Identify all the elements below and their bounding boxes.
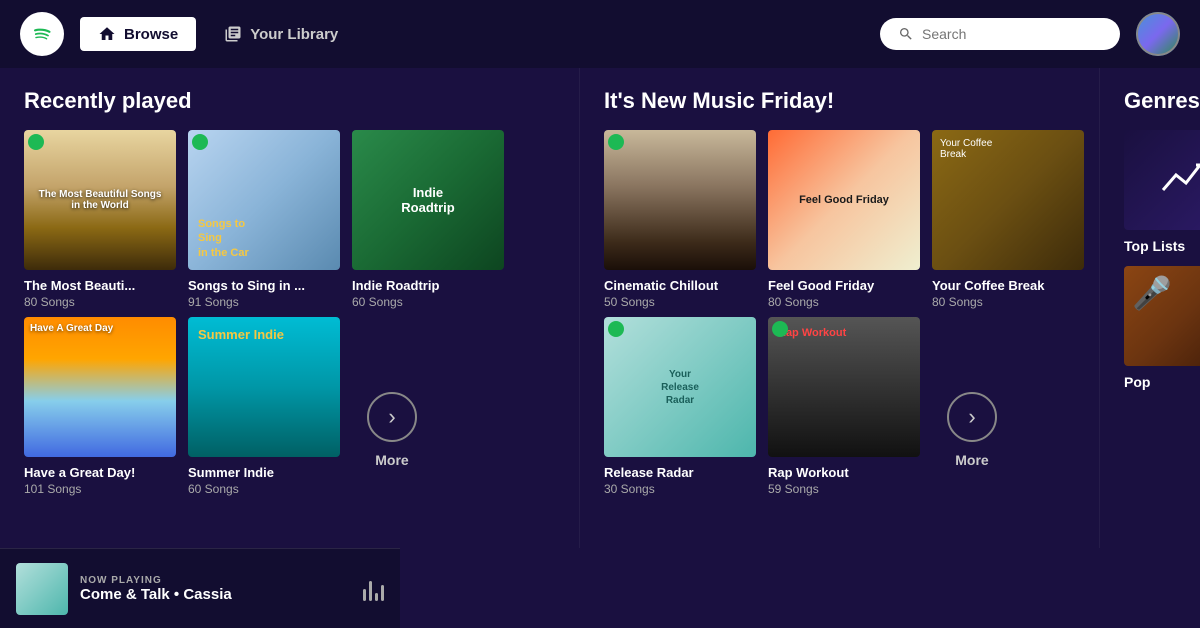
card-subtitle: 30 Songs <box>604 482 756 496</box>
more-button[interactable]: › More <box>352 392 432 496</box>
list-item[interactable]: 🎤 Pop <box>1124 266 1200 390</box>
genres-title: Genres & M <box>1124 88 1200 114</box>
list-item[interactable]: Rap Workout Rap Workout 59 Songs <box>768 317 920 496</box>
list-item[interactable]: Songs toSingin the Car Songs to Sing in … <box>188 130 340 309</box>
search-input[interactable] <box>922 26 1102 42</box>
card-subtitle: 59 Songs <box>768 482 920 496</box>
list-item[interactable]: Have A Great Day Have a Great Day! 101 S… <box>24 317 176 496</box>
spotify-badge-icon <box>608 134 624 150</box>
card-subtitle: 80 Songs <box>24 295 176 309</box>
list-item[interactable]: Top Lists <box>1124 130 1200 254</box>
browse-button[interactable]: Browse <box>80 17 196 51</box>
list-item[interactable]: Summer Indie Summer Indie 60 Songs <box>188 317 340 496</box>
new-music-title: It's New Music Friday! <box>604 88 1075 114</box>
card-title: The Most Beauti... <box>24 278 176 293</box>
equalizer-icon <box>363 577 384 601</box>
avatar[interactable] <box>1136 12 1180 56</box>
more-circle-icon: › <box>367 392 417 442</box>
card-title: Indie Roadtrip <box>352 278 504 293</box>
more-button-2[interactable]: › More <box>932 392 1012 496</box>
card-title: Cinematic Chillout <box>604 278 756 293</box>
spotify-badge-icon <box>192 134 208 150</box>
card-title: Summer Indie <box>188 465 340 480</box>
genre-title: Top Lists <box>1124 238 1200 254</box>
more-label: More <box>375 452 408 468</box>
card-title: Release Radar <box>604 465 756 480</box>
genres-section: Genres & M Top Lists 🎤 Pop <box>1100 68 1200 548</box>
now-playing-song: Come & Talk • Cassia <box>80 586 351 603</box>
more-circle-icon: › <box>947 392 997 442</box>
list-item[interactable]: IndieRoadtrip Indie Roadtrip 60 Songs <box>352 130 504 309</box>
card-title: Have a Great Day! <box>24 465 176 480</box>
now-playing-thumbnail <box>16 563 68 615</box>
spotify-badge-icon <box>772 321 788 337</box>
now-playing-bar: NOW PLAYING Come & Talk • Cassia <box>0 548 400 628</box>
spotify-badge-icon <box>28 134 44 150</box>
spotify-badge-icon <box>608 321 624 337</box>
now-playing-label: NOW PLAYING <box>80 575 351 586</box>
list-item[interactable]: YourReleaseRadar Release Radar 30 Songs <box>604 317 756 496</box>
card-subtitle: 80 Songs <box>768 295 920 309</box>
recently-played-title: Recently played <box>24 88 555 114</box>
card-subtitle: 50 Songs <box>604 295 756 309</box>
card-title: Songs to Sing in ... <box>188 278 340 293</box>
list-item[interactable]: The Most Beautiful Songsin the World The… <box>24 130 176 309</box>
card-subtitle: 60 Songs <box>352 295 504 309</box>
search-icon <box>898 26 914 42</box>
list-item[interactable]: Cinematic Chillout 50 Songs <box>604 130 756 309</box>
main-content: Recently played The Most Beautiful Songs… <box>0 68 1200 548</box>
genre-title: Pop <box>1124 374 1200 390</box>
card-subtitle: 60 Songs <box>188 482 340 496</box>
list-item[interactable]: Your CoffeeBreak Your Coffee Break 80 So… <box>932 130 1084 309</box>
spotify-logo[interactable] <box>20 12 64 56</box>
library-button[interactable]: Your Library <box>212 17 350 51</box>
list-item[interactable]: Feel Good Friday Feel Good Friday 80 Son… <box>768 130 920 309</box>
card-subtitle: 91 Songs <box>188 295 340 309</box>
card-title: Feel Good Friday <box>768 278 920 293</box>
more-label: More <box>955 452 988 468</box>
navbar: Browse Your Library <box>0 0 1200 68</box>
card-title: Your Coffee Break <box>932 278 1084 293</box>
recently-played-section: Recently played The Most Beautiful Songs… <box>0 68 580 548</box>
now-playing-info: NOW PLAYING Come & Talk • Cassia <box>80 575 351 603</box>
card-subtitle: 101 Songs <box>24 482 176 496</box>
card-title: Rap Workout <box>768 465 920 480</box>
search-bar[interactable] <box>880 18 1120 50</box>
card-subtitle: 80 Songs <box>932 295 1084 309</box>
new-music-section: It's New Music Friday! Cinematic Chillou… <box>580 68 1100 548</box>
